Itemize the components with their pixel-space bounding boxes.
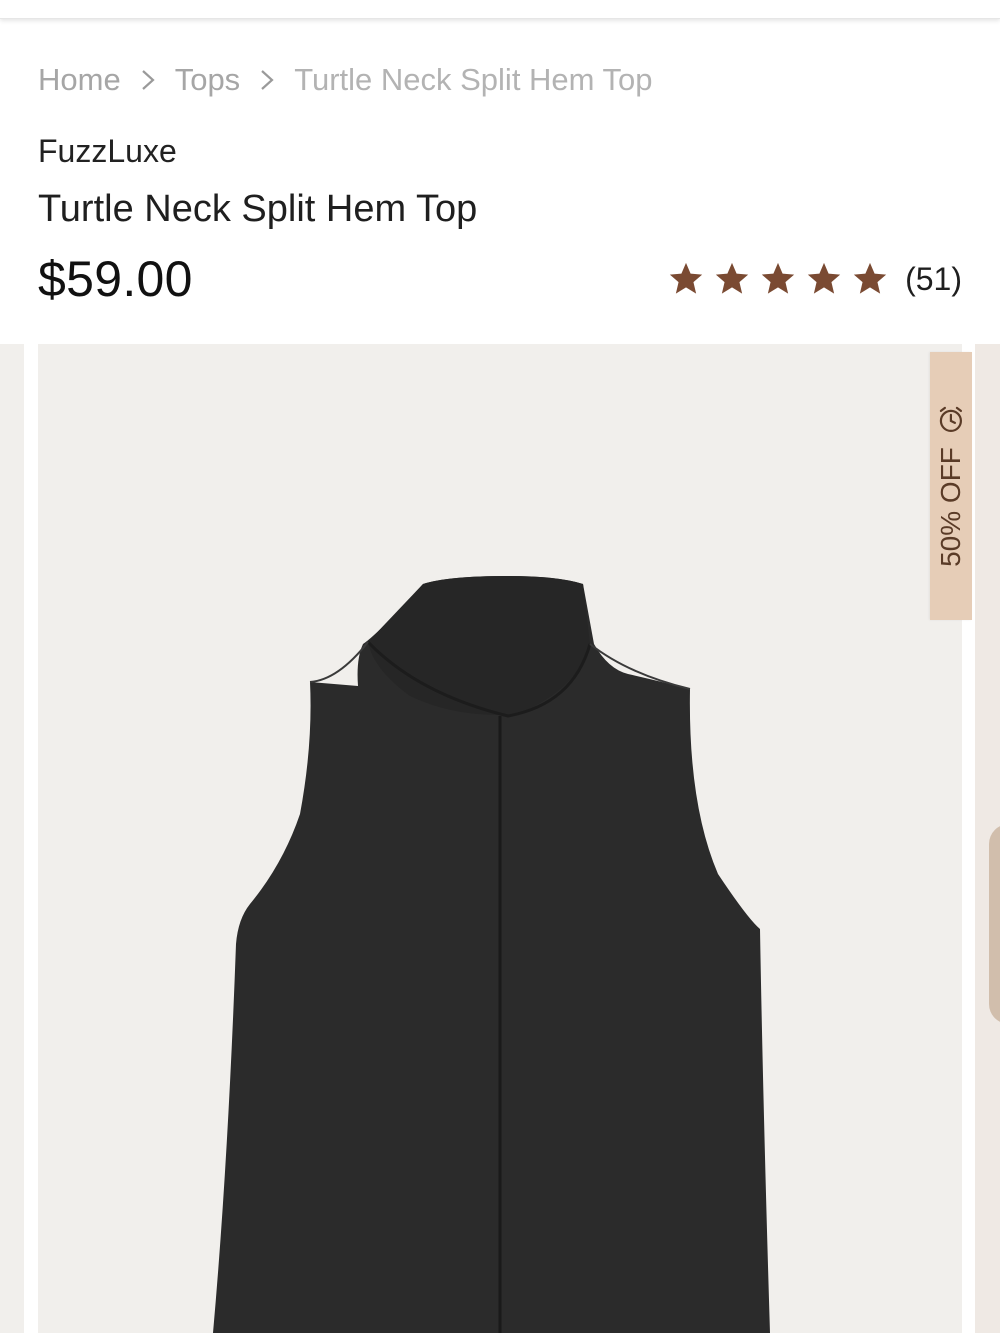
next-image-shape [989, 824, 1000, 1024]
breadcrumb-current: Turtle Neck Split Hem Top [294, 62, 653, 97]
breadcrumb-home[interactable]: Home [38, 62, 121, 98]
previous-image-peek[interactable] [0, 344, 24, 1333]
breadcrumb: Home Tops Turtle Neck Split Hem Top [38, 58, 653, 102]
star-icon [853, 262, 887, 294]
product-image[interactable] [38, 344, 962, 1333]
star-rating [667, 260, 889, 298]
product-price: $59.00 [38, 251, 193, 307]
star-icon [761, 262, 795, 294]
rating-summary[interactable]: (51) [667, 256, 962, 302]
chevron-right-icon [131, 63, 165, 97]
star-icon [715, 262, 749, 294]
discount-badge: 50% OFF [930, 352, 972, 620]
next-image-peek[interactable] [975, 344, 1000, 1333]
discount-text: 50% OFF [935, 447, 966, 567]
product-gallery[interactable] [0, 344, 1000, 1333]
brand-name[interactable]: FuzzLuxe [38, 133, 177, 170]
header-divider [0, 0, 1000, 19]
star-icon [669, 262, 703, 294]
review-count: (51) [905, 260, 962, 297]
star-icon [807, 262, 841, 294]
chevron-right-icon [250, 63, 284, 97]
breadcrumb-tops[interactable]: Tops [175, 62, 240, 98]
product-title: Turtle Neck Split Hem Top [38, 188, 478, 230]
alarm-clock-icon [936, 405, 966, 435]
garment-image [213, 576, 770, 1333]
